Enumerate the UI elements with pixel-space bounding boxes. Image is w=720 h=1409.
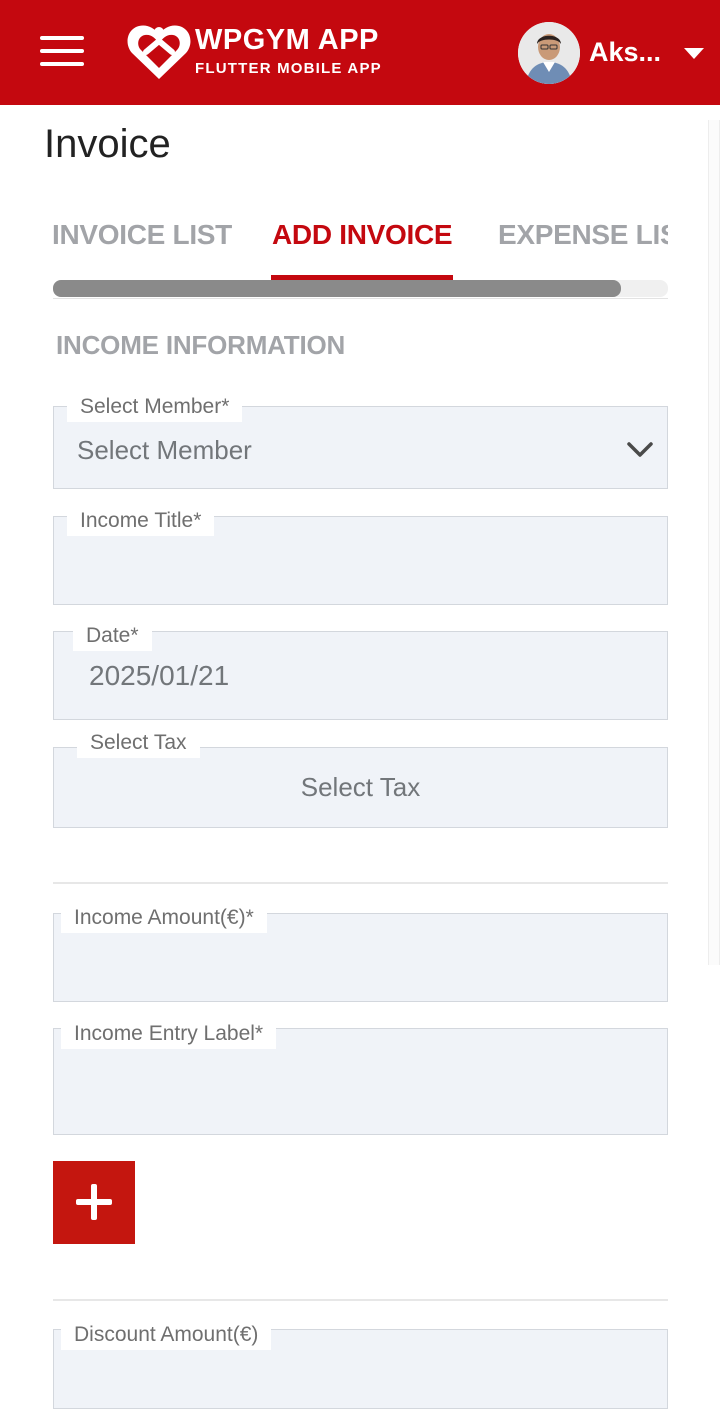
avatar[interactable] (518, 22, 580, 84)
chevron-down-icon[interactable] (626, 441, 654, 459)
select-member-label: Select Member* (67, 392, 243, 422)
income-title-label: Income Title* (67, 506, 215, 536)
logo-heart-icon (127, 25, 191, 79)
income-amount-label: Income Amount(€)* (61, 903, 267, 933)
user-name[interactable]: Aks... (589, 37, 661, 68)
section-title: INCOME INFORMATION (56, 330, 346, 360)
add-entry-button[interactable] (53, 1161, 135, 1244)
caret-down-icon[interactable] (684, 48, 704, 59)
income-entry-label-label: Income Entry Label* (61, 1019, 277, 1049)
select-tax-dropdown[interactable]: Select Tax (53, 747, 668, 828)
discount-amount-label: Discount Amount(€) (61, 1320, 272, 1350)
section-divider (53, 882, 668, 884)
page-scrollbar[interactable] (708, 120, 720, 965)
select-tax-value: Select Tax (300, 772, 421, 802)
logo-subtitle: FLUTTER MOBILE APP (195, 60, 382, 77)
page-title: Invoice (44, 122, 171, 166)
select-member-value: Select Member (77, 435, 252, 465)
tabs-scrollbar-thumb[interactable] (53, 280, 621, 297)
tabs-divider (53, 298, 668, 299)
date-label: Date* (73, 621, 152, 651)
app-bar: WPGYM APP FLUTTER MOBILE APP Aks... (0, 0, 720, 105)
tab-add-invoice[interactable]: ADD INVOICE (272, 219, 453, 251)
select-tax-label: Select Tax (77, 728, 200, 758)
tab-expense-list[interactable]: EXPENSE LIST (498, 219, 668, 251)
section-divider-2 (53, 1299, 668, 1301)
plus-icon (76, 1184, 112, 1220)
tab-invoice-list[interactable]: INVOICE LIST (52, 219, 232, 251)
menu-icon[interactable] (40, 36, 84, 68)
logo-title: WPGYM APP (195, 24, 379, 56)
date-value: 2025/01/21 (89, 660, 230, 691)
